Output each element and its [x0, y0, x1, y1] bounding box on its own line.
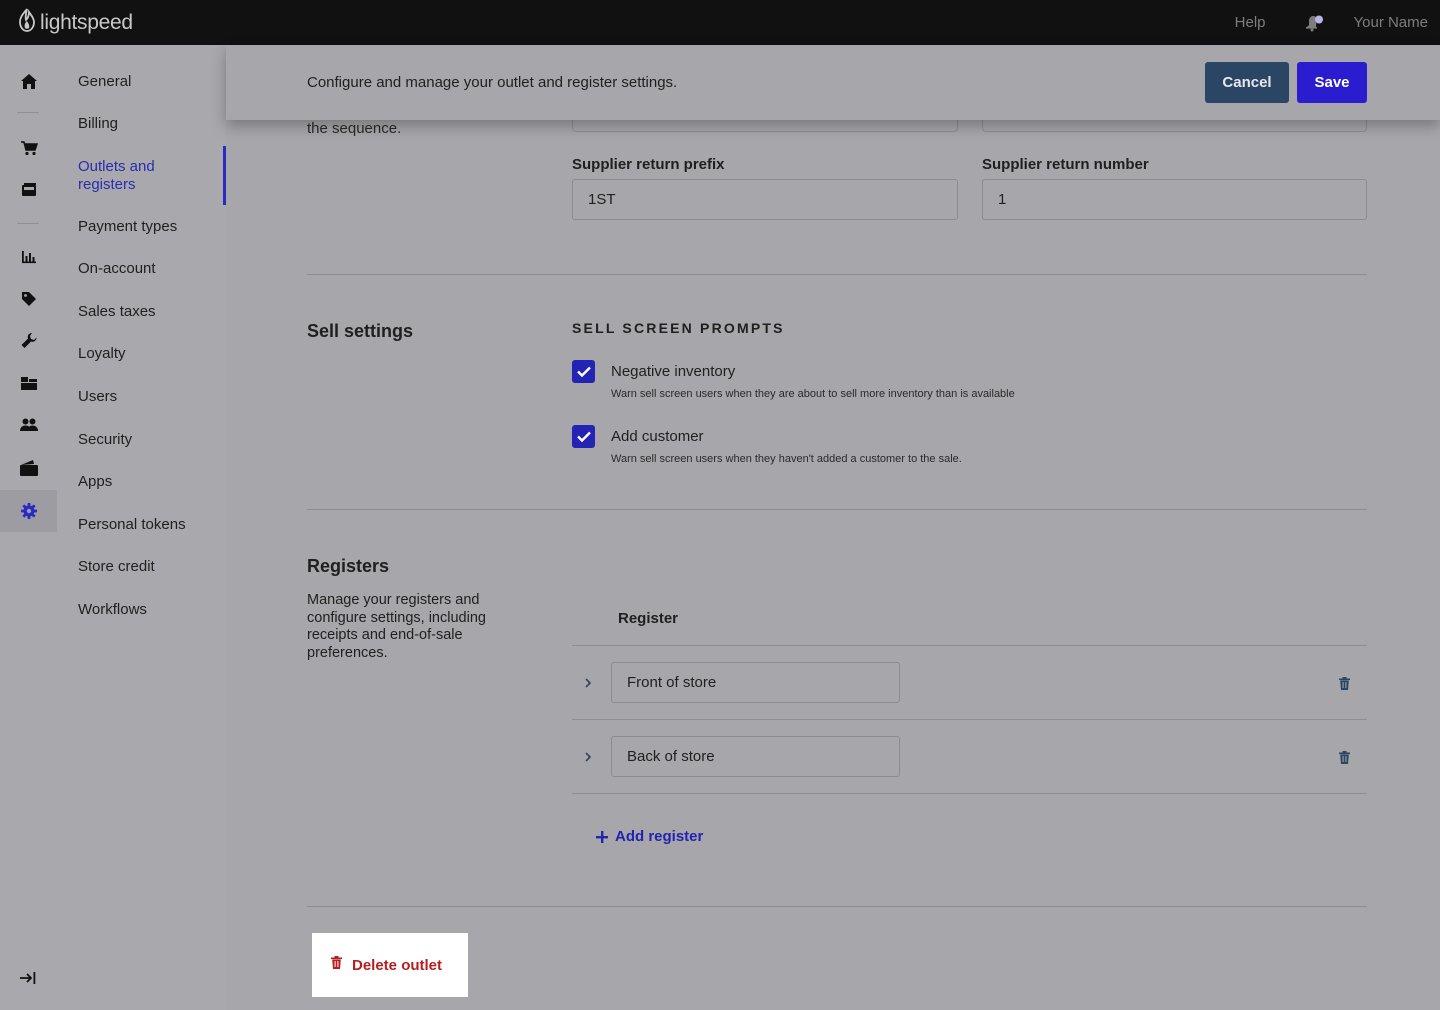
add-register-button[interactable]: Add register: [596, 828, 703, 845]
save-button[interactable]: Save: [1297, 62, 1367, 103]
register-row-divider: [572, 793, 1367, 794]
icon-rail: [0, 45, 57, 1010]
sell-settings-title: Sell settings: [307, 321, 414, 341]
supplier-return-prefix-input[interactable]: 1ST: [572, 179, 958, 220]
user-menu[interactable]: Your Name: [1354, 14, 1429, 31]
lightspeed-flame-icon: [17, 7, 40, 38]
section-divider: [307, 509, 1367, 510]
help-link[interactable]: Help: [1235, 14, 1266, 31]
wrench-icon[interactable]: [0, 320, 57, 362]
delete-outlet-button[interactable]: Delete outlet: [312, 933, 468, 997]
add-customer-help: Warn sell screen users when they haven't…: [611, 453, 962, 465]
customers-icon[interactable]: [0, 404, 57, 446]
nav-item-on-account[interactable]: On-account: [78, 260, 218, 278]
add-customer-label: Add customer: [611, 428, 704, 445]
negative-inventory-checkbox[interactable]: [572, 360, 595, 383]
add-register-label: Add register: [615, 828, 704, 845]
main-content: the sequence. Supplier return prefix 1ST…: [226, 45, 1440, 1010]
register-name-input[interactable]: Front of store: [611, 662, 900, 703]
reports-icon[interactable]: [0, 236, 57, 278]
top-bar: lightspeed Help Your Name: [0, 0, 1440, 45]
settings-gear-icon[interactable]: [0, 490, 57, 532]
settings-nav: General Billing Outlets and registers Pa…: [57, 45, 226, 1010]
page-description: Configure and manage your outlet and reg…: [307, 74, 678, 91]
nav-item-workflows[interactable]: Workflows: [78, 601, 218, 619]
negative-inventory-label: Negative inventory: [611, 363, 736, 380]
plus-icon: [596, 830, 608, 843]
delete-register-icon[interactable]: [1337, 750, 1351, 764]
section-divider: [307, 906, 1367, 907]
registers-description: Manage your registers and configure sett…: [307, 592, 486, 661]
nav-item-general[interactable]: General: [78, 73, 218, 91]
bell-icon[interactable]: [1304, 14, 1324, 32]
inventory-icon[interactable]: [0, 362, 57, 404]
nav-item-sales-taxes[interactable]: Sales taxes: [78, 303, 218, 321]
nav-item-billing[interactable]: Billing: [78, 115, 218, 133]
sell-screen-prompts-heading: SELL SCREEN PROMPTS: [572, 320, 785, 336]
nav-item-apps[interactable]: Apps: [78, 473, 218, 491]
nav-item-payment-types[interactable]: Payment types: [78, 218, 218, 236]
register-name-input[interactable]: Back of store: [611, 736, 900, 777]
register-icon[interactable]: [0, 169, 57, 211]
chevron-right-icon[interactable]: [582, 677, 594, 689]
chevron-right-icon[interactable]: [582, 751, 594, 763]
cart-icon[interactable]: [0, 127, 57, 169]
home-icon[interactable]: [0, 60, 57, 102]
cancel-button[interactable]: Cancel: [1205, 62, 1289, 103]
nav-item-outlets-and-registers[interactable]: Outlets and registers: [78, 158, 178, 194]
supplier-return-number-label: Supplier return number: [982, 156, 1149, 173]
register-row-divider: [572, 719, 1367, 720]
page-header: Configure and manage your outlet and reg…: [226, 45, 1440, 120]
add-customer-checkbox[interactable]: [572, 425, 595, 448]
tag-icon[interactable]: [0, 278, 57, 320]
nav-item-loyalty[interactable]: Loyalty: [78, 345, 218, 363]
brand-name: lightspeed: [40, 10, 133, 34]
register-column-header: Register: [618, 610, 679, 627]
collapse-icon[interactable]: [17, 968, 39, 988]
registers-title: Registers: [307, 556, 390, 576]
nav-item-personal-tokens[interactable]: Personal tokens: [78, 516, 218, 534]
nav-item-store-credit[interactable]: Store credit: [78, 558, 218, 576]
nav-item-security[interactable]: Security: [78, 431, 218, 449]
wallet-icon[interactable]: [0, 447, 57, 489]
negative-inventory-help: Warn sell screen users when they are abo…: [611, 388, 1015, 400]
supplier-return-prefix-label: Supplier return prefix: [572, 156, 725, 173]
delete-outlet-label: Delete outlet: [352, 956, 443, 974]
sequence-description: the sequence.: [307, 120, 402, 137]
trash-icon: [331, 956, 342, 974]
section-divider: [307, 274, 1367, 275]
brand-logo[interactable]: lightspeed: [17, 7, 133, 38]
register-table-header-line: [572, 645, 1367, 646]
nav-item-users[interactable]: Users: [78, 388, 218, 406]
supplier-return-number-input[interactable]: 1: [982, 179, 1367, 220]
delete-register-icon[interactable]: [1337, 676, 1351, 690]
